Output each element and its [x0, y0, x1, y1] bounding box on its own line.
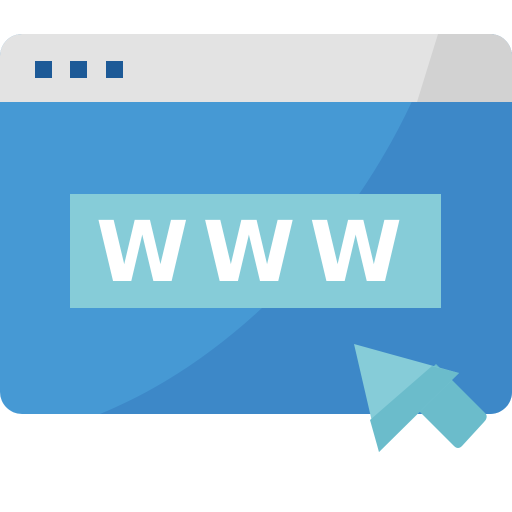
browser-window-icon: WWW	[0, 34, 512, 452]
title-bar-dot-2	[70, 61, 87, 78]
title-bar-dot-3	[106, 61, 123, 78]
address-text: WWW	[96, 203, 416, 301]
title-bar-dot-1	[35, 61, 52, 78]
www-browser-icon: WWW	[0, 0, 512, 512]
